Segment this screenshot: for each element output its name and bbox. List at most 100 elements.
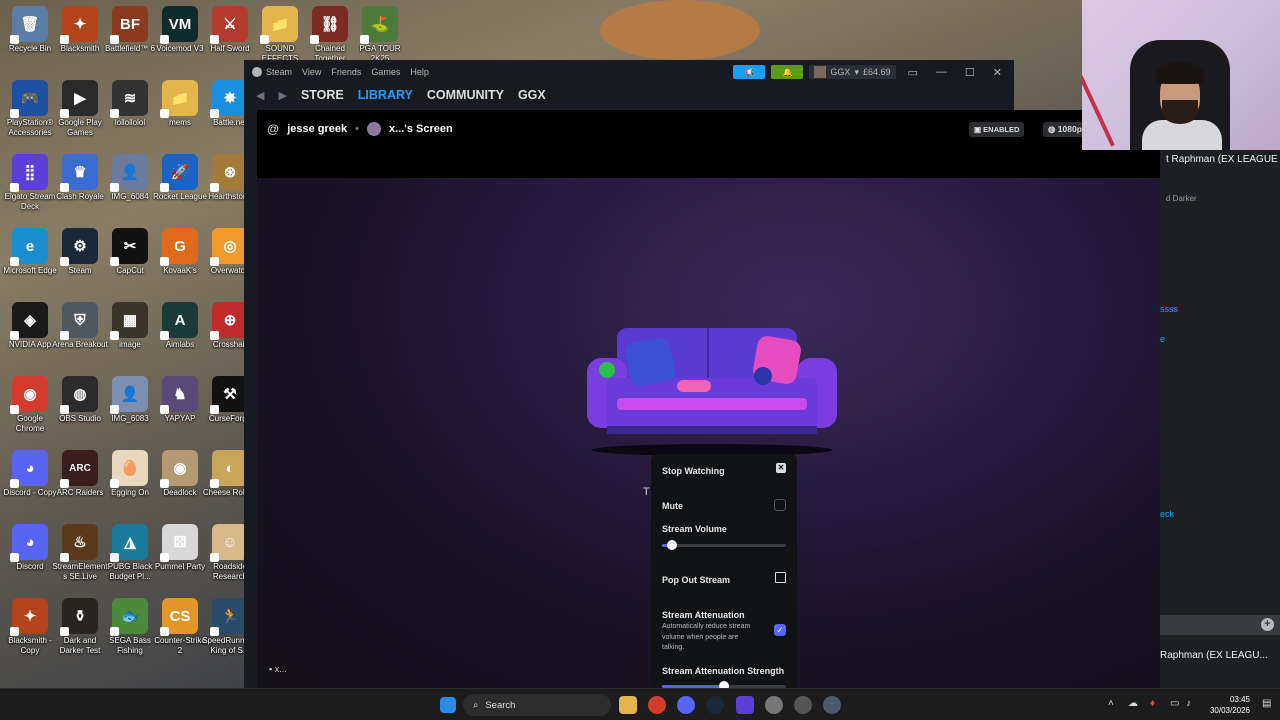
forward-arrow-icon[interactable]: ▶ bbox=[278, 89, 286, 102]
desktop-icon[interactable]: 🥚 Egging On bbox=[102, 450, 158, 498]
broadcast-button[interactable]: 📢 bbox=[733, 65, 766, 79]
member-name-top[interactable]: t Raphman (EX LEAGUE bbox=[1166, 154, 1278, 165]
speaker-icon[interactable]: ♪ bbox=[1186, 698, 1191, 709]
chat-input[interactable]: + bbox=[1160, 615, 1280, 635]
ccleaner-icon[interactable] bbox=[765, 696, 783, 714]
app-icon: ⚱ bbox=[60, 598, 98, 636]
desktop-icon[interactable]: 🚀 Rocket League bbox=[152, 154, 208, 202]
desktop-icon[interactable]: ◈ NVIDIA App bbox=[2, 302, 58, 350]
message-link-3[interactable]: eck bbox=[1160, 509, 1174, 519]
start-windows-icon[interactable] bbox=[440, 697, 456, 713]
desktop-icon[interactable]: ✦ Blacksmith bbox=[52, 6, 108, 54]
desktop-icon[interactable]: 📁 mems bbox=[152, 80, 208, 128]
settings-gear-icon[interactable] bbox=[823, 696, 841, 714]
desktop-icon[interactable]: ✂ CapCut bbox=[102, 228, 158, 276]
desktop-icon[interactable]: ⛨ Arena Breakout bbox=[52, 302, 108, 350]
desktop-icon[interactable]: G KovaaK's bbox=[152, 228, 208, 276]
desktop-icon[interactable]: 🎮 PlayStation® Accessories bbox=[2, 80, 58, 138]
desktop-icon[interactable]: ♞ YAPYAP bbox=[152, 376, 208, 424]
nav-ggx[interactable]: GGX bbox=[518, 88, 546, 102]
pop-out-label[interactable]: Pop Out Stream bbox=[662, 575, 787, 585]
nav-library[interactable]: LIBRARY bbox=[358, 88, 413, 102]
discord-icon[interactable] bbox=[677, 696, 695, 714]
desktop-icon[interactable]: ◕ Discord bbox=[2, 524, 58, 572]
desktop-icon[interactable]: ♛ Clash Royale bbox=[52, 154, 108, 202]
notifications-button[interactable]: 🔔 bbox=[771, 65, 804, 79]
close-button[interactable]: ✕ bbox=[987, 66, 1008, 79]
desktop-icon[interactable]: ◉ Google Chrome bbox=[2, 376, 58, 434]
desktop-icon[interactable]: ✦ Blacksmith - Copy bbox=[2, 598, 58, 656]
menu-view[interactable]: View bbox=[302, 67, 321, 77]
desktop-icon[interactable]: ⚱ Dark and Darker Test bbox=[52, 598, 108, 656]
cloud-icon[interactable]: ☁ bbox=[1128, 698, 1138, 709]
desktop-icon[interactable]: CS Counter-Strike 2 bbox=[152, 598, 208, 656]
file-explorer-icon[interactable] bbox=[619, 696, 637, 714]
desktop-icon[interactable]: ⚄ Pummel Party bbox=[152, 524, 208, 572]
stop-watching-label[interactable]: Stop Watching bbox=[662, 466, 787, 476]
chrome-icon[interactable] bbox=[648, 696, 666, 714]
desktop-icon[interactable]: ≋ lollollolol bbox=[102, 80, 158, 128]
wallet-balance: £64.69 bbox=[862, 67, 891, 77]
message-link-2[interactable]: e bbox=[1160, 334, 1165, 344]
menu-help[interactable]: Help bbox=[410, 67, 429, 77]
desktop-icon[interactable]: ⣿ Elgato Stream Deck bbox=[2, 154, 58, 212]
couch-illustration bbox=[587, 328, 837, 456]
desktop-icon[interactable]: 👤 IMG_6084 bbox=[102, 154, 158, 202]
desktop-icon[interactable]: e Microsoft Edge bbox=[2, 228, 58, 276]
desktop-icon[interactable]: ⛳ PGA TOUR 2K25 bbox=[352, 6, 408, 64]
stream-footer[interactable]: ▪ x... bbox=[269, 664, 287, 674]
desktop-icon[interactable]: ▦ image bbox=[102, 302, 158, 350]
desktop-icon[interactable]: ◮ PUBG Black Budget Pl... bbox=[102, 524, 158, 582]
big-picture-icon[interactable]: ▭ bbox=[902, 66, 924, 79]
taskbar-search[interactable]: ⌕ Search bbox=[463, 694, 611, 716]
clock[interactable]: 03:45 30/03/2026 bbox=[1210, 694, 1250, 716]
stream-volume-slider[interactable] bbox=[662, 540, 786, 550]
desktop-icon[interactable]: 👤 IMG_6083 bbox=[102, 376, 158, 424]
external-link-icon[interactable] bbox=[775, 572, 786, 583]
menu-games[interactable]: Games bbox=[371, 67, 400, 77]
stream-deck-icon[interactable] bbox=[736, 696, 754, 714]
back-arrow-icon[interactable]: ◀ bbox=[256, 89, 264, 102]
desktop-icon[interactable]: ♨ StreamElements SE.Live bbox=[52, 524, 108, 582]
desktop-icon[interactable]: ◕ Discord - Copy bbox=[2, 450, 58, 498]
desktop-icon[interactable]: ▶ Google Play Games bbox=[52, 80, 108, 138]
desktop-icon[interactable]: 🐟 SEGA Bass Fishing bbox=[102, 598, 158, 656]
shortcut-arrow-icon bbox=[110, 257, 119, 266]
account-menu[interactable]: GGX ▾ £64.69 bbox=[809, 65, 896, 79]
mute-checkbox[interactable] bbox=[774, 499, 786, 511]
network-icon[interactable]: ▭ bbox=[1170, 698, 1179, 709]
menu-steam[interactable]: Steam bbox=[266, 67, 292, 77]
menu-friends[interactable]: Friends bbox=[331, 67, 361, 77]
shortcut-arrow-icon bbox=[10, 627, 19, 636]
message-link-1[interactable]: ssss bbox=[1160, 304, 1178, 314]
steam-taskbar-icon[interactable] bbox=[706, 696, 724, 714]
desktop-icon[interactable]: 🗑 Recycle Bin bbox=[2, 6, 58, 54]
notification-icon[interactable]: ▤ bbox=[1262, 698, 1271, 709]
app-icon[interactable] bbox=[794, 696, 812, 714]
desktop-icon[interactable]: ⚔ Half Sword bbox=[202, 6, 258, 54]
microphone-icon[interactable]: ♦ bbox=[1150, 698, 1155, 709]
shortcut-arrow-icon bbox=[110, 109, 119, 118]
desktop-icon[interactable]: ⚙ Steam bbox=[52, 228, 108, 276]
resolution-label: 1080p bbox=[1057, 124, 1082, 134]
desktop-icon[interactable]: ⛓ Chained Together bbox=[302, 6, 358, 64]
maximize-button[interactable]: ☐ bbox=[959, 66, 981, 79]
nav-store[interactable]: STORE bbox=[301, 88, 344, 102]
desktop-icon[interactable]: VM Voicemod V3 bbox=[152, 6, 208, 54]
desktop-icon[interactable]: 📁 SOUND EFFECTS bbox=[252, 6, 308, 64]
volume-knob[interactable] bbox=[666, 540, 677, 550]
chevron-up-icon[interactable]: ˄ bbox=[1108, 698, 1114, 709]
stop-watching-icon[interactable]: ✕ bbox=[776, 463, 786, 473]
minimize-button[interactable]: — bbox=[930, 66, 953, 78]
plus-icon[interactable]: + bbox=[1261, 618, 1274, 631]
member-name-bottom[interactable]: Raphman (EX LEAGU... bbox=[1160, 650, 1268, 661]
desktop-icon[interactable]: ◍ OBS Studio bbox=[52, 376, 108, 424]
app-icon: ⚄ bbox=[160, 524, 198, 562]
desktop-icon[interactable]: A Aimlabs bbox=[152, 302, 208, 350]
desktop-icon[interactable]: BF Battlefield™ 6 bbox=[102, 6, 158, 54]
desktop-icon[interactable]: ARC ARC Raiders bbox=[52, 450, 108, 498]
attenuation-checkbox[interactable]: ✓ bbox=[774, 624, 786, 636]
desktop-icon[interactable]: ◉ Deadlock bbox=[152, 450, 208, 498]
stream-username[interactable]: jesse greek bbox=[287, 123, 347, 135]
nav-community[interactable]: COMMUNITY bbox=[427, 88, 504, 102]
